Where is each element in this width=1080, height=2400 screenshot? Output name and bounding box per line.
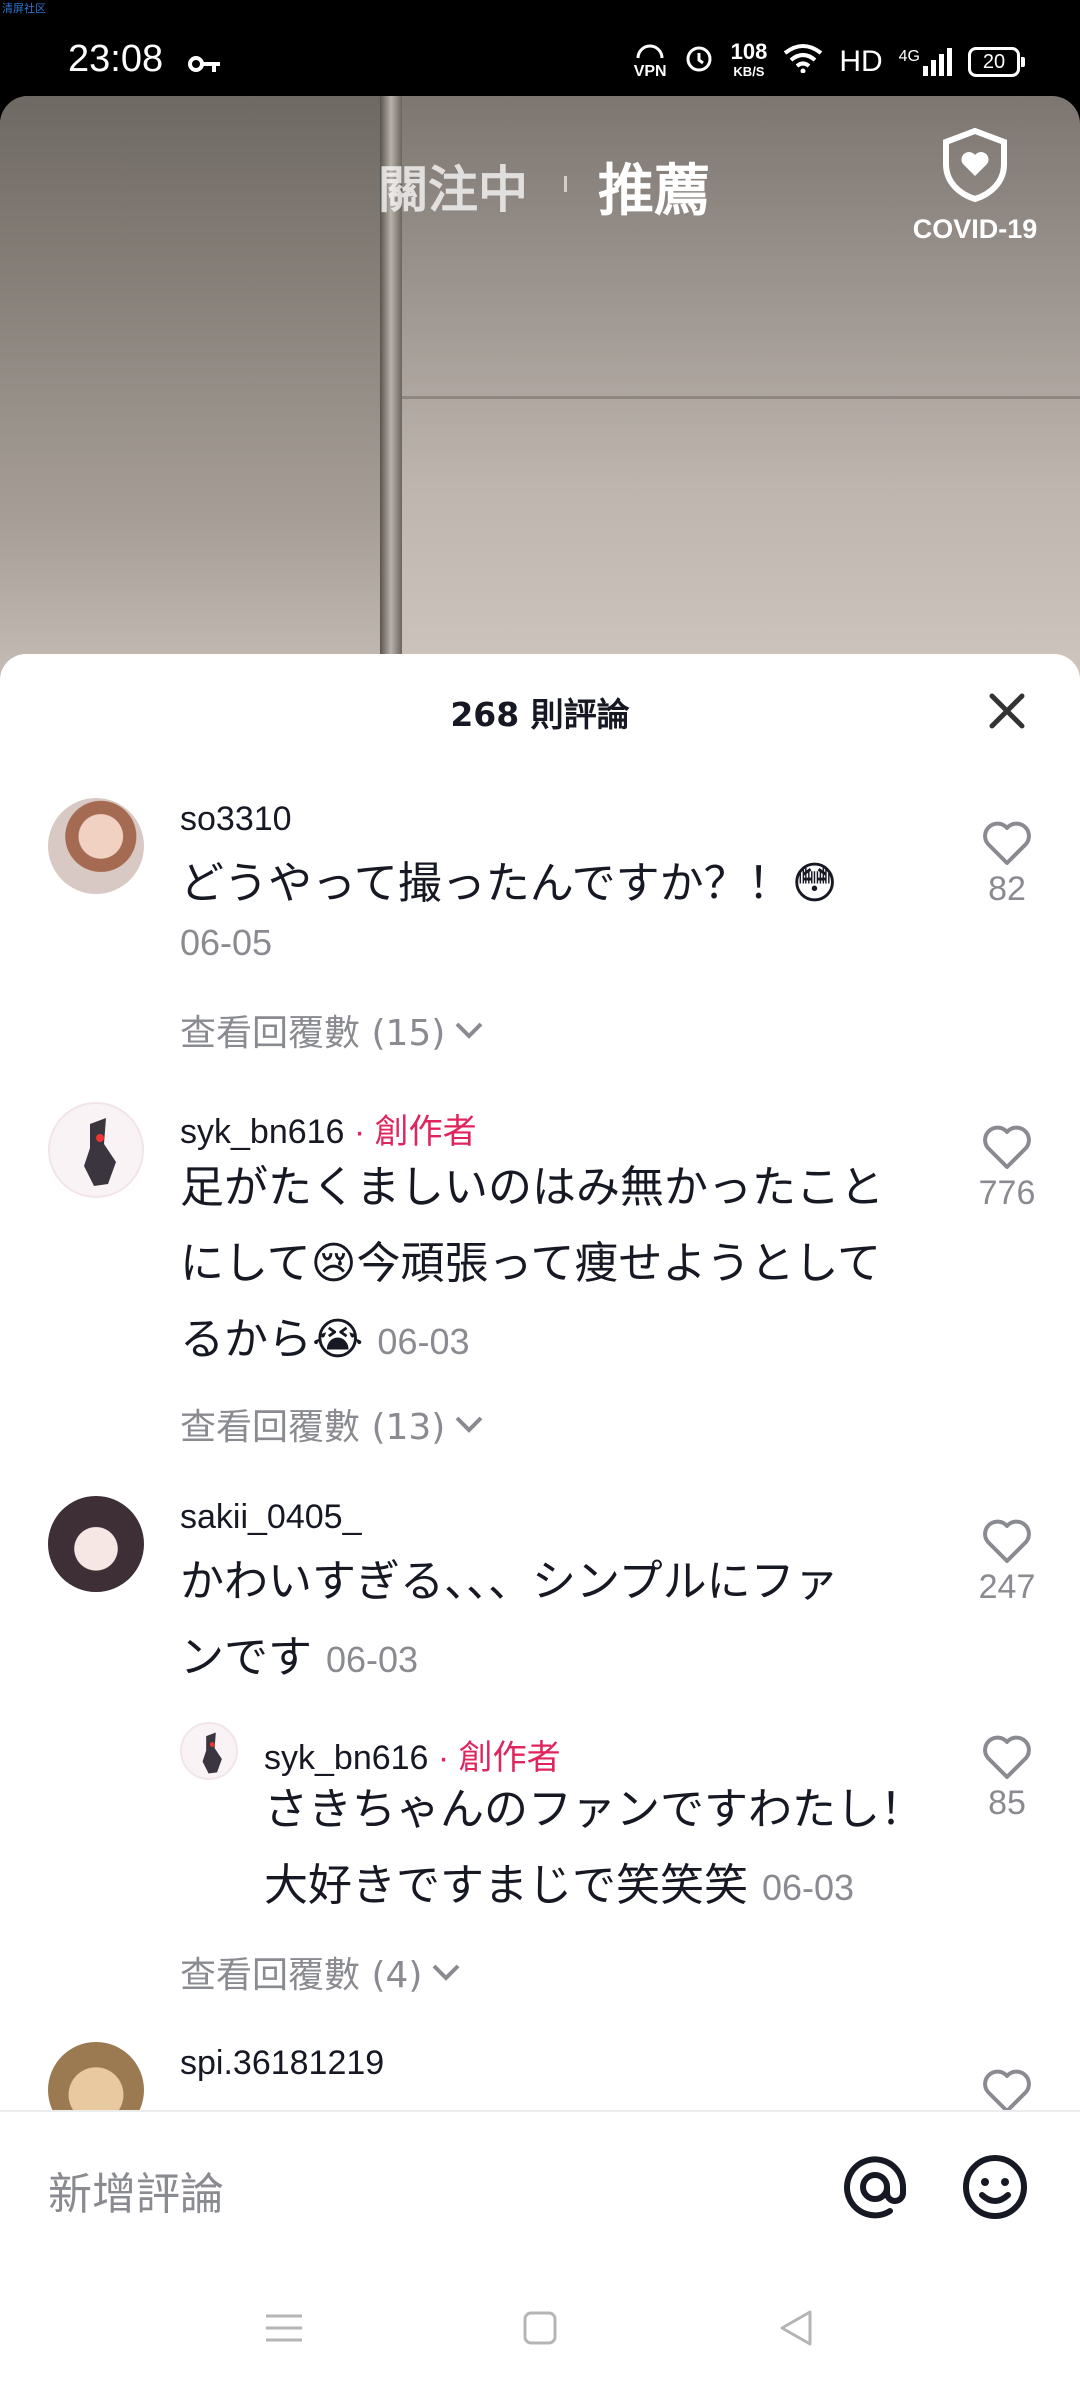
reply-date: 06-03 [762, 1867, 855, 1908]
chevron-down-icon [455, 1416, 483, 1433]
like-button[interactable]: 82 [967, 820, 1047, 909]
chevron-down-icon [455, 1022, 483, 1039]
back-icon[interactable] [776, 2308, 816, 2352]
comment-date: 06-03 [326, 1639, 419, 1680]
view-replies-label: 查看回覆數 (15) [180, 1013, 446, 1054]
covid-button[interactable]: COVID-19 [900, 128, 1050, 248]
comment-date: 06-03 [377, 1321, 470, 1362]
like-button[interactable]: 247 [967, 1518, 1047, 1607]
comment-username[interactable]: sakii_0405_ [180, 1498, 361, 1537]
like-count: 85 [988, 1784, 1026, 1822]
comment-username[interactable]: spi.36181219 [180, 2044, 384, 2083]
like-button[interactable]: 85 [967, 1734, 1047, 1823]
heart-icon [983, 1519, 1031, 1563]
view-replies-button[interactable]: 查看回覆數 (15) [180, 1004, 485, 1056]
tab-following[interactable]: 關注中 [378, 150, 528, 222]
status-time: 23:08 [68, 38, 164, 80]
heart-icon [983, 1735, 1031, 1779]
avatar[interactable] [48, 1496, 144, 1592]
like-count: 247 [978, 1568, 1036, 1606]
vpn-icon: VPN [634, 44, 667, 80]
wifi-icon [783, 43, 823, 81]
tab-divider [564, 176, 567, 192]
signal-icon: 4G [899, 48, 952, 76]
avatar[interactable] [48, 1102, 144, 1198]
comment-date: 06-05 [180, 922, 273, 963]
home-icon[interactable] [522, 2310, 558, 2350]
like-button[interactable]: 776 [967, 1124, 1047, 1213]
system-nav-bar [0, 2260, 1080, 2400]
like-count: 82 [988, 870, 1026, 908]
view-replies-label: 查看回覆數 (13) [180, 1407, 446, 1448]
comment-text: かわいすぎる、、、シンプルにファ ンです 06-03 [180, 1556, 839, 1683]
avatar[interactable] [180, 1722, 238, 1780]
view-replies-button[interactable]: 查看回覆數 (4) [180, 1946, 462, 1998]
covid-label: COVID-19 [912, 214, 1038, 244]
menu-icon[interactable] [264, 2310, 304, 2350]
comment-input-bar: 新增評論 [0, 2110, 1080, 2262]
corner-label: 清屏社区 [2, 2, 46, 15]
key-icon [188, 48, 222, 83]
comment-username[interactable]: so3310 [180, 800, 292, 839]
heart-icon [983, 821, 1031, 865]
hd-label: HD [839, 45, 883, 78]
comment-text: どうやって撮ったんですか？！😳 [180, 858, 838, 909]
view-replies-label: 查看回覆數 (4) [180, 1955, 423, 1996]
status-icons: VPN 108 KB/S HD 4G 20 [634, 39, 1025, 84]
comments-count-title: 268 則評論 [450, 695, 630, 734]
shield-heart-icon [943, 128, 1007, 202]
creator-badge: · 創作者 [344, 1113, 477, 1151]
comment-username[interactable]: syk_bn616 · 創作者 [180, 1104, 477, 1153]
heart-icon [983, 1125, 1031, 1169]
at-icon[interactable] [840, 2152, 910, 2226]
avatar[interactable] [48, 798, 144, 894]
comment-input[interactable]: 新增評論 [48, 2158, 224, 2222]
network-speed: 108 KB/S [730, 39, 768, 80]
reply-text: さきちゃんのファンですわたし！ 大好きですまじで笑笑笑 06-03 [264, 1784, 924, 1911]
tab-recommended[interactable]: 推薦 [598, 146, 710, 227]
comment-text: 足がたくましいのはみ無かったこと にして😢今頑張って痩せようとして るから😭 0… [180, 1162, 884, 1365]
emoji-icon[interactable] [960, 2152, 1030, 2226]
battery-icon: 20 [968, 47, 1025, 77]
view-replies-button[interactable]: 查看回覆數 (13) [180, 1398, 485, 1450]
status-bar: 清屏社区 23:08 VPN 108 KB/S HD 4G 20 [0, 0, 1080, 96]
like-count: 776 [978, 1174, 1036, 1212]
heart-icon [983, 2069, 1031, 2113]
chevron-down-icon [433, 1964, 460, 1981]
alarm-icon [683, 42, 715, 82]
close-icon[interactable] [982, 686, 1032, 736]
